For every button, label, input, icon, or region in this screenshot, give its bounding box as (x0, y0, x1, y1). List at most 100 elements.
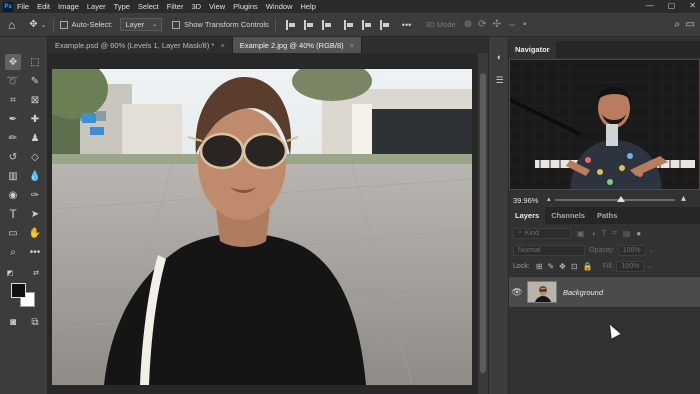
zoom-out-icon[interactable]: ▴ (547, 195, 551, 203)
hand-tool-icon[interactable]: ✋ (27, 225, 43, 241)
menu-layer[interactable]: Layer (87, 2, 106, 11)
layer-row-background[interactable]: 👁 Background (509, 277, 700, 307)
tab-channels[interactable]: Channels (545, 207, 591, 224)
lock-artboard-icon[interactable]: ⊡ (571, 262, 578, 271)
chevron-down-icon[interactable]: ⌄ (647, 263, 652, 270)
menu-image[interactable]: Image (58, 2, 79, 11)
show-transform-checkbox[interactable] (172, 20, 181, 29)
vertical-scrollbar[interactable] (478, 53, 488, 394)
align-vertical-center-icon[interactable] (361, 19, 372, 30)
tab-example-psd[interactable]: Example.psd @ 60% (Levels 1, Layer Mask/… (48, 37, 233, 53)
3d-pan-icon[interactable]: ✣ (493, 19, 501, 30)
lasso-tool-icon[interactable]: ➰ (5, 73, 21, 89)
filter-toggle-icon[interactable]: ● (636, 229, 641, 238)
chevron-down-icon[interactable]: ⌄ (649, 247, 654, 254)
align-bottom-icon[interactable] (379, 19, 390, 30)
move-tool-icon[interactable]: ✥ (5, 54, 21, 70)
screen-mode-icon[interactable]: ⧉ (27, 314, 43, 330)
color-panel-icon[interactable]: ◐ (494, 51, 505, 62)
3d-slide-icon[interactable]: ⇔ (507, 19, 517, 30)
blur-tool-icon[interactable]: 💧 (27, 168, 43, 184)
3d-scale-icon[interactable]: ▪ (523, 19, 527, 30)
filter-smart-object-icon[interactable]: ▤ (623, 229, 631, 238)
maximize-icon[interactable]: ▢ (668, 1, 676, 10)
minimize-icon[interactable]: — (646, 1, 654, 10)
clone-stamp-tool-icon[interactable]: ♟ (27, 130, 43, 146)
align-horizontal-center-icon[interactable] (303, 19, 314, 30)
align-right-icon[interactable] (321, 19, 332, 30)
auto-select-checkbox[interactable] (59, 20, 68, 29)
menu-filter[interactable]: Filter (167, 2, 184, 11)
menu-view[interactable]: View (209, 2, 225, 11)
foreground-color-swatch[interactable] (11, 283, 26, 298)
menu-3d[interactable]: 3D (191, 2, 201, 11)
filter-kind-dropdown[interactable]: ⌕ Kind (513, 227, 571, 239)
move-tool-icon[interactable]: ✥ (29, 19, 37, 30)
tab-navigator[interactable]: Navigator (509, 41, 556, 58)
3d-roll-icon[interactable]: ⟳ (478, 19, 486, 30)
zoom-slider-thumb[interactable] (617, 196, 625, 202)
blend-mode-dropdown[interactable]: Normal (513, 244, 585, 256)
path-selection-tool-icon[interactable]: ➤ (27, 206, 43, 222)
brush-tool-icon[interactable]: ✏ (5, 130, 21, 146)
dodge-tool-icon[interactable]: ◉ (5, 187, 21, 203)
type-tool-icon[interactable]: T (5, 206, 21, 222)
lock-all-icon[interactable]: 🔒 (583, 262, 593, 271)
search-icon[interactable]: ⌕ (674, 19, 680, 30)
tab-example-2-jpg[interactable]: Example 2.jpg @ 40% (RGB/8) × (232, 37, 363, 53)
more-tools-icon[interactable]: ••• (27, 244, 43, 260)
more-options-icon[interactable]: ••• (402, 20, 411, 30)
pen-tool-icon[interactable]: ✑ (27, 187, 43, 203)
filter-adjustment-icon[interactable]: ◑ (591, 229, 596, 238)
rectangle-tool-icon[interactable]: ▭ (5, 225, 21, 241)
tab-paths[interactable]: Paths (591, 207, 623, 224)
auto-select-dropdown[interactable]: Layer ⌄ (120, 18, 163, 31)
opacity-field[interactable]: 100% (617, 244, 646, 256)
align-top-icon[interactable] (343, 19, 354, 30)
quick-selection-tool-icon[interactable]: ✎ (27, 73, 43, 89)
tool-preset-chevron-icon[interactable]: ⌄ (41, 21, 47, 29)
healing-brush-tool-icon[interactable]: ✚ (27, 111, 43, 127)
scrollbar-thumb[interactable] (480, 73, 486, 373)
default-colors-icon[interactable]: ◩ (2, 265, 18, 281)
workspace-icon[interactable]: ▭ (686, 19, 695, 30)
zoom-value[interactable]: 39.96% (513, 196, 545, 205)
align-left-icon[interactable] (285, 19, 296, 30)
history-brush-tool-icon[interactable]: ↺ (5, 149, 21, 165)
menu-help[interactable]: Help (300, 2, 315, 11)
lock-position-icon[interactable]: ✥ (559, 262, 566, 271)
quick-mask-icon[interactable]: ◙ (5, 314, 21, 330)
canvas-area[interactable] (48, 53, 478, 394)
layer-name[interactable]: Background (563, 288, 603, 297)
marquee-tool-icon[interactable]: ⬚ (27, 54, 43, 70)
filter-pixel-icon[interactable]: ▣ (577, 229, 585, 238)
lock-image-icon[interactable]: ✎ (547, 262, 554, 271)
navigator-preview[interactable] (509, 59, 700, 190)
home-icon[interactable]: ⌂ (8, 18, 15, 32)
lock-transparent-icon[interactable]: ⊞ (536, 262, 543, 271)
close-icon[interactable]: × (350, 41, 354, 50)
close-icon[interactable]: × (220, 41, 224, 50)
menu-file[interactable]: File (17, 2, 29, 11)
zoom-in-icon[interactable]: ▴ (681, 193, 686, 204)
menu-edit[interactable]: Edit (37, 2, 50, 11)
gradient-tool-icon[interactable]: ▥ (5, 168, 21, 184)
menu-window[interactable]: Window (266, 2, 293, 11)
3d-orbit-icon[interactable]: ⊛ (464, 19, 472, 30)
eraser-tool-icon[interactable]: ◇ (27, 149, 43, 165)
close-icon[interactable]: ✕ (689, 1, 696, 10)
menu-select[interactable]: Select (138, 2, 159, 11)
filter-type-icon[interactable]: T (601, 229, 606, 238)
eye-icon[interactable]: 👁 (509, 287, 525, 298)
zoom-slider[interactable] (555, 196, 675, 202)
zoom-tool-icon[interactable]: ⌕ (5, 244, 21, 260)
frame-tool-icon[interactable]: ⊠ (27, 92, 43, 108)
menu-plugins[interactable]: Plugins (233, 2, 258, 11)
filter-shape-icon[interactable]: ⌗ (612, 228, 617, 238)
eyedropper-tool-icon[interactable]: ✒ (5, 111, 21, 127)
crop-tool-icon[interactable]: ⌗ (5, 92, 21, 108)
document-image[interactable] (52, 69, 472, 385)
tab-layers[interactable]: Layers (509, 207, 546, 224)
fill-field[interactable]: 100% (616, 260, 645, 272)
adjustments-panel-icon[interactable]: ☰ (494, 75, 505, 86)
